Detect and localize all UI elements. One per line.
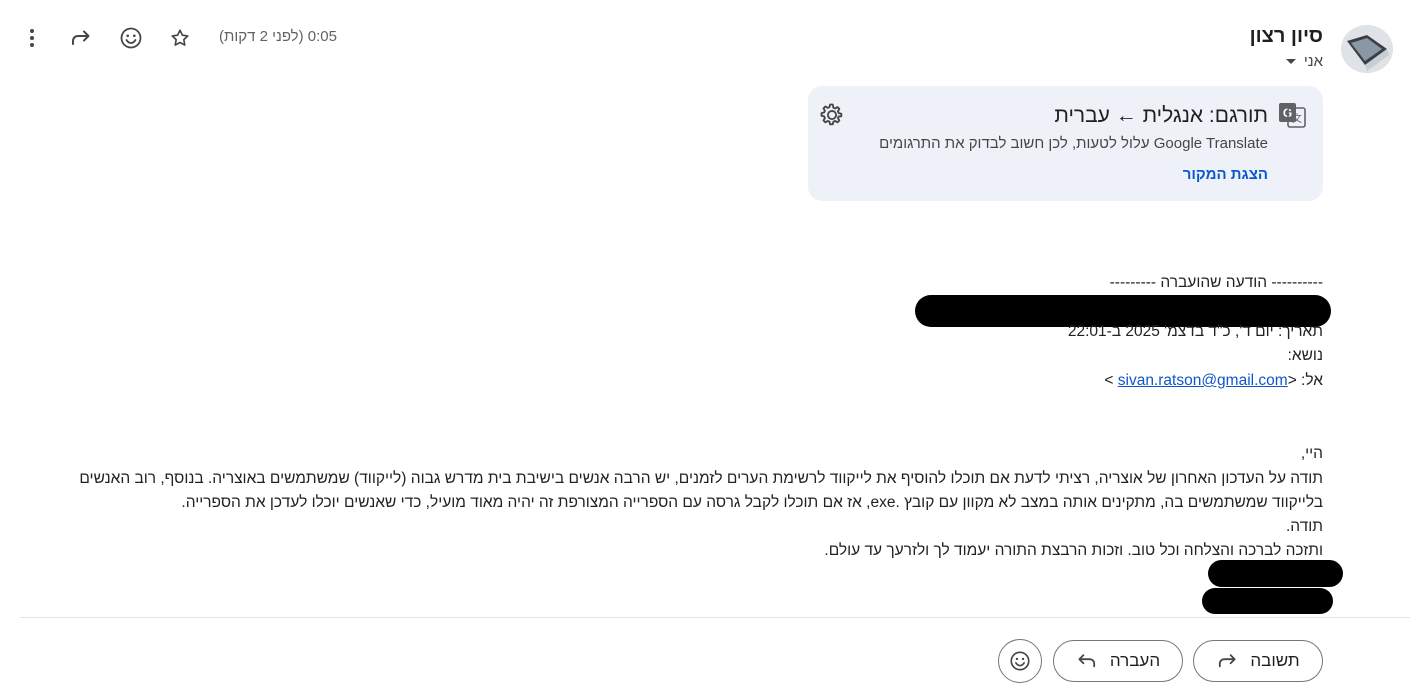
- recipient-label: אני: [1303, 53, 1323, 70]
- thanks-line: תודה.: [1286, 518, 1323, 535]
- recipient-email-link[interactable]: sivan.ratson@gmail.com: [1118, 372, 1288, 389]
- message-paragraph: תודה על העדכון האחרון של אוצריה, רציתי ל…: [79, 470, 1323, 511]
- translation-banner: G 文 תורגם: אנגלית ← עברית Google Transla…: [808, 86, 1323, 201]
- forwarded-header: ---------- הודעה שהועברה ---------: [1109, 274, 1323, 291]
- greeting: היי,: [1300, 445, 1323, 462]
- svg-text:文: 文: [1292, 112, 1302, 125]
- reply-label: תשובה: [1250, 651, 1300, 670]
- to-line: אל: <sivan.ratson@gmail.com >: [1104, 372, 1323, 390]
- to-close: >: [1104, 372, 1118, 389]
- redaction-mark: [1202, 588, 1333, 614]
- emoji-icon: [1010, 651, 1030, 671]
- forward-arrow-icon: [1078, 654, 1096, 668]
- reply-arrow-icon: [1219, 654, 1236, 668]
- show-original-link[interactable]: הצגת המקור: [1183, 166, 1268, 183]
- forward-button[interactable]: העברה: [1053, 640, 1183, 682]
- reply-button[interactable]: תשובה: [1193, 640, 1323, 682]
- gear-icon[interactable]: [818, 101, 846, 129]
- forward-arrow-icon[interactable]: [66, 23, 96, 53]
- sender-avatar[interactable]: [1341, 25, 1393, 73]
- to-label: אל: <: [1287, 372, 1323, 389]
- translation-title: תורגם: אנגלית ← עברית: [1054, 104, 1268, 127]
- chevron-down-icon[interactable]: [1285, 59, 1296, 64]
- forward-label: העברה: [1109, 651, 1161, 670]
- translation-disclaimer: Google Translate עלול לטעות, לכן חשוב לב…: [879, 135, 1268, 152]
- star-icon[interactable]: [165, 23, 195, 53]
- translate-icon: G 文: [1278, 101, 1306, 129]
- message-timestamp: 0:05 (לפני 2 דקות): [219, 28, 337, 45]
- blessing-line: ותזכה לברכה והצלחה וכל טוב. וזכות הרבצת …: [824, 542, 1323, 559]
- emoji-icon[interactable]: [116, 23, 146, 53]
- subject-line: נושא:: [1287, 347, 1323, 364]
- more-vert-icon[interactable]: [17, 23, 47, 53]
- sender-name: סיון רצון: [1249, 25, 1323, 47]
- divider: [20, 617, 1410, 618]
- date-line: תאריך: יום ד', כ"ד בדצמ' 2025 ב-22:01: [1067, 323, 1323, 340]
- redaction-mark: [1208, 560, 1343, 587]
- emoji-reaction-button[interactable]: [998, 639, 1042, 683]
- recipient-dropdown[interactable]: אני: [1285, 53, 1323, 70]
